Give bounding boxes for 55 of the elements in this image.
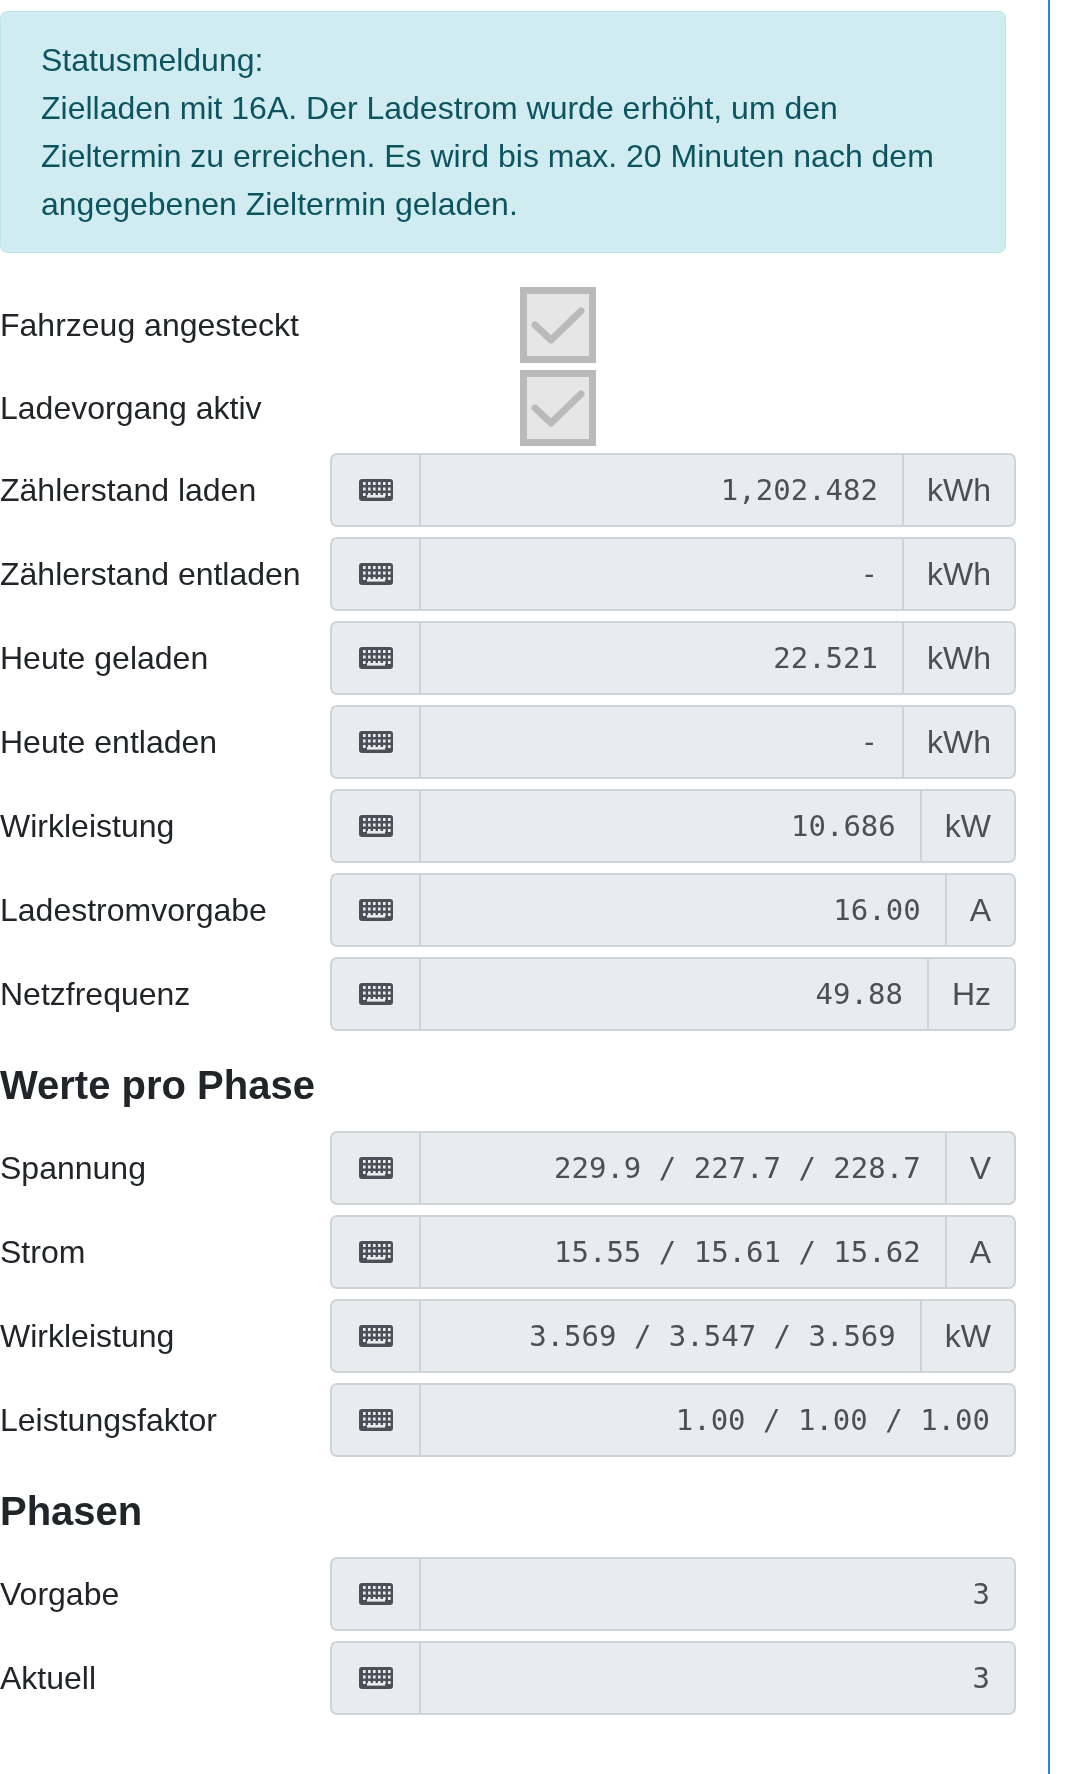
keyboard-icon bbox=[358, 1583, 393, 1605]
row-label: Zählerstand laden bbox=[0, 471, 258, 510]
value-field[interactable]: 16.00 bbox=[421, 873, 945, 947]
row-label: Zählerstand entladen bbox=[0, 555, 302, 594]
value-field[interactable]: 1.00 / 1.00 / 1.00 bbox=[421, 1383, 1016, 1457]
row-label: Strom bbox=[0, 1233, 87, 1272]
keyboard-icon bbox=[358, 563, 393, 585]
unit-label: Hz bbox=[926, 957, 1016, 1031]
row-label: Ladevorgang aktiv bbox=[0, 389, 263, 428]
keyboard-icon bbox=[358, 1157, 393, 1179]
value-field[interactable]: 10.686 bbox=[421, 789, 920, 863]
value-field[interactable]: 229.9 / 227.7 / 228.7 bbox=[421, 1131, 945, 1205]
row-label: Spannung bbox=[0, 1149, 147, 1188]
unit-label: kWh bbox=[902, 453, 1016, 527]
keyboard-icon bbox=[358, 983, 393, 1005]
row-label: Wirkleistung bbox=[0, 807, 176, 846]
unit-label: kW bbox=[919, 1299, 1016, 1373]
keyboard-icon bbox=[358, 815, 393, 837]
row-label: Fahrzeug angesteckt bbox=[0, 306, 300, 345]
section-heading: Phasen bbox=[0, 1488, 144, 1535]
unit-label: A bbox=[944, 1215, 1016, 1289]
row-label: Wirkleistung bbox=[0, 1317, 176, 1356]
status-message: Zielladen mit 16A. Der Ladestrom wurde erhöht, um den Zieltermin zu erreichen. Es wird bis max. 20 Minuten nach dem angegebenen Zieltermin geladen. bbox=[41, 89, 935, 224]
row-label: Ladestromvorgabe bbox=[0, 891, 268, 930]
row-label: Heute geladen bbox=[0, 639, 210, 678]
keyboard-icon bbox=[358, 731, 393, 753]
row-label: Heute entladen bbox=[0, 723, 219, 762]
unit-label: kW bbox=[919, 789, 1016, 863]
status-title: Statusmeldung: bbox=[41, 41, 265, 80]
unit-label: kWh bbox=[902, 705, 1016, 779]
value-field[interactable]: 15.55 / 15.61 / 15.62 bbox=[421, 1215, 945, 1289]
value-field[interactable]: 3 bbox=[421, 1641, 1016, 1715]
keyboard-icon bbox=[358, 899, 393, 921]
row-label: Vorgabe bbox=[0, 1575, 121, 1614]
row-label: Aktuell bbox=[0, 1659, 98, 1698]
row-label: Leistungsfaktor bbox=[0, 1401, 218, 1440]
value-field[interactable]: 49.88 bbox=[421, 957, 927, 1031]
keyboard-icon bbox=[358, 1325, 393, 1347]
keyboard-icon bbox=[358, 1667, 393, 1689]
keyboard-icon bbox=[358, 1241, 393, 1263]
row-label: Netzfrequenz bbox=[0, 975, 192, 1014]
value-field[interactable]: - bbox=[421, 537, 902, 611]
unit-label: V bbox=[944, 1131, 1016, 1205]
value-field[interactable]: - bbox=[421, 705, 902, 779]
value-field[interactable]: 1,202.482 bbox=[421, 453, 902, 527]
keyboard-icon bbox=[358, 647, 393, 669]
unit-label: A bbox=[944, 873, 1016, 947]
section-heading: Werte pro Phase bbox=[0, 1062, 316, 1109]
keyboard-icon bbox=[358, 1409, 393, 1431]
value-field[interactable]: 3.569 / 3.547 / 3.569 bbox=[421, 1299, 920, 1373]
unit-label: kWh bbox=[902, 621, 1016, 695]
unit-label: kWh bbox=[902, 537, 1016, 611]
value-field[interactable]: 22.521 bbox=[421, 621, 902, 695]
keyboard-icon bbox=[358, 479, 393, 501]
value-field[interactable]: 3 bbox=[421, 1557, 1016, 1631]
